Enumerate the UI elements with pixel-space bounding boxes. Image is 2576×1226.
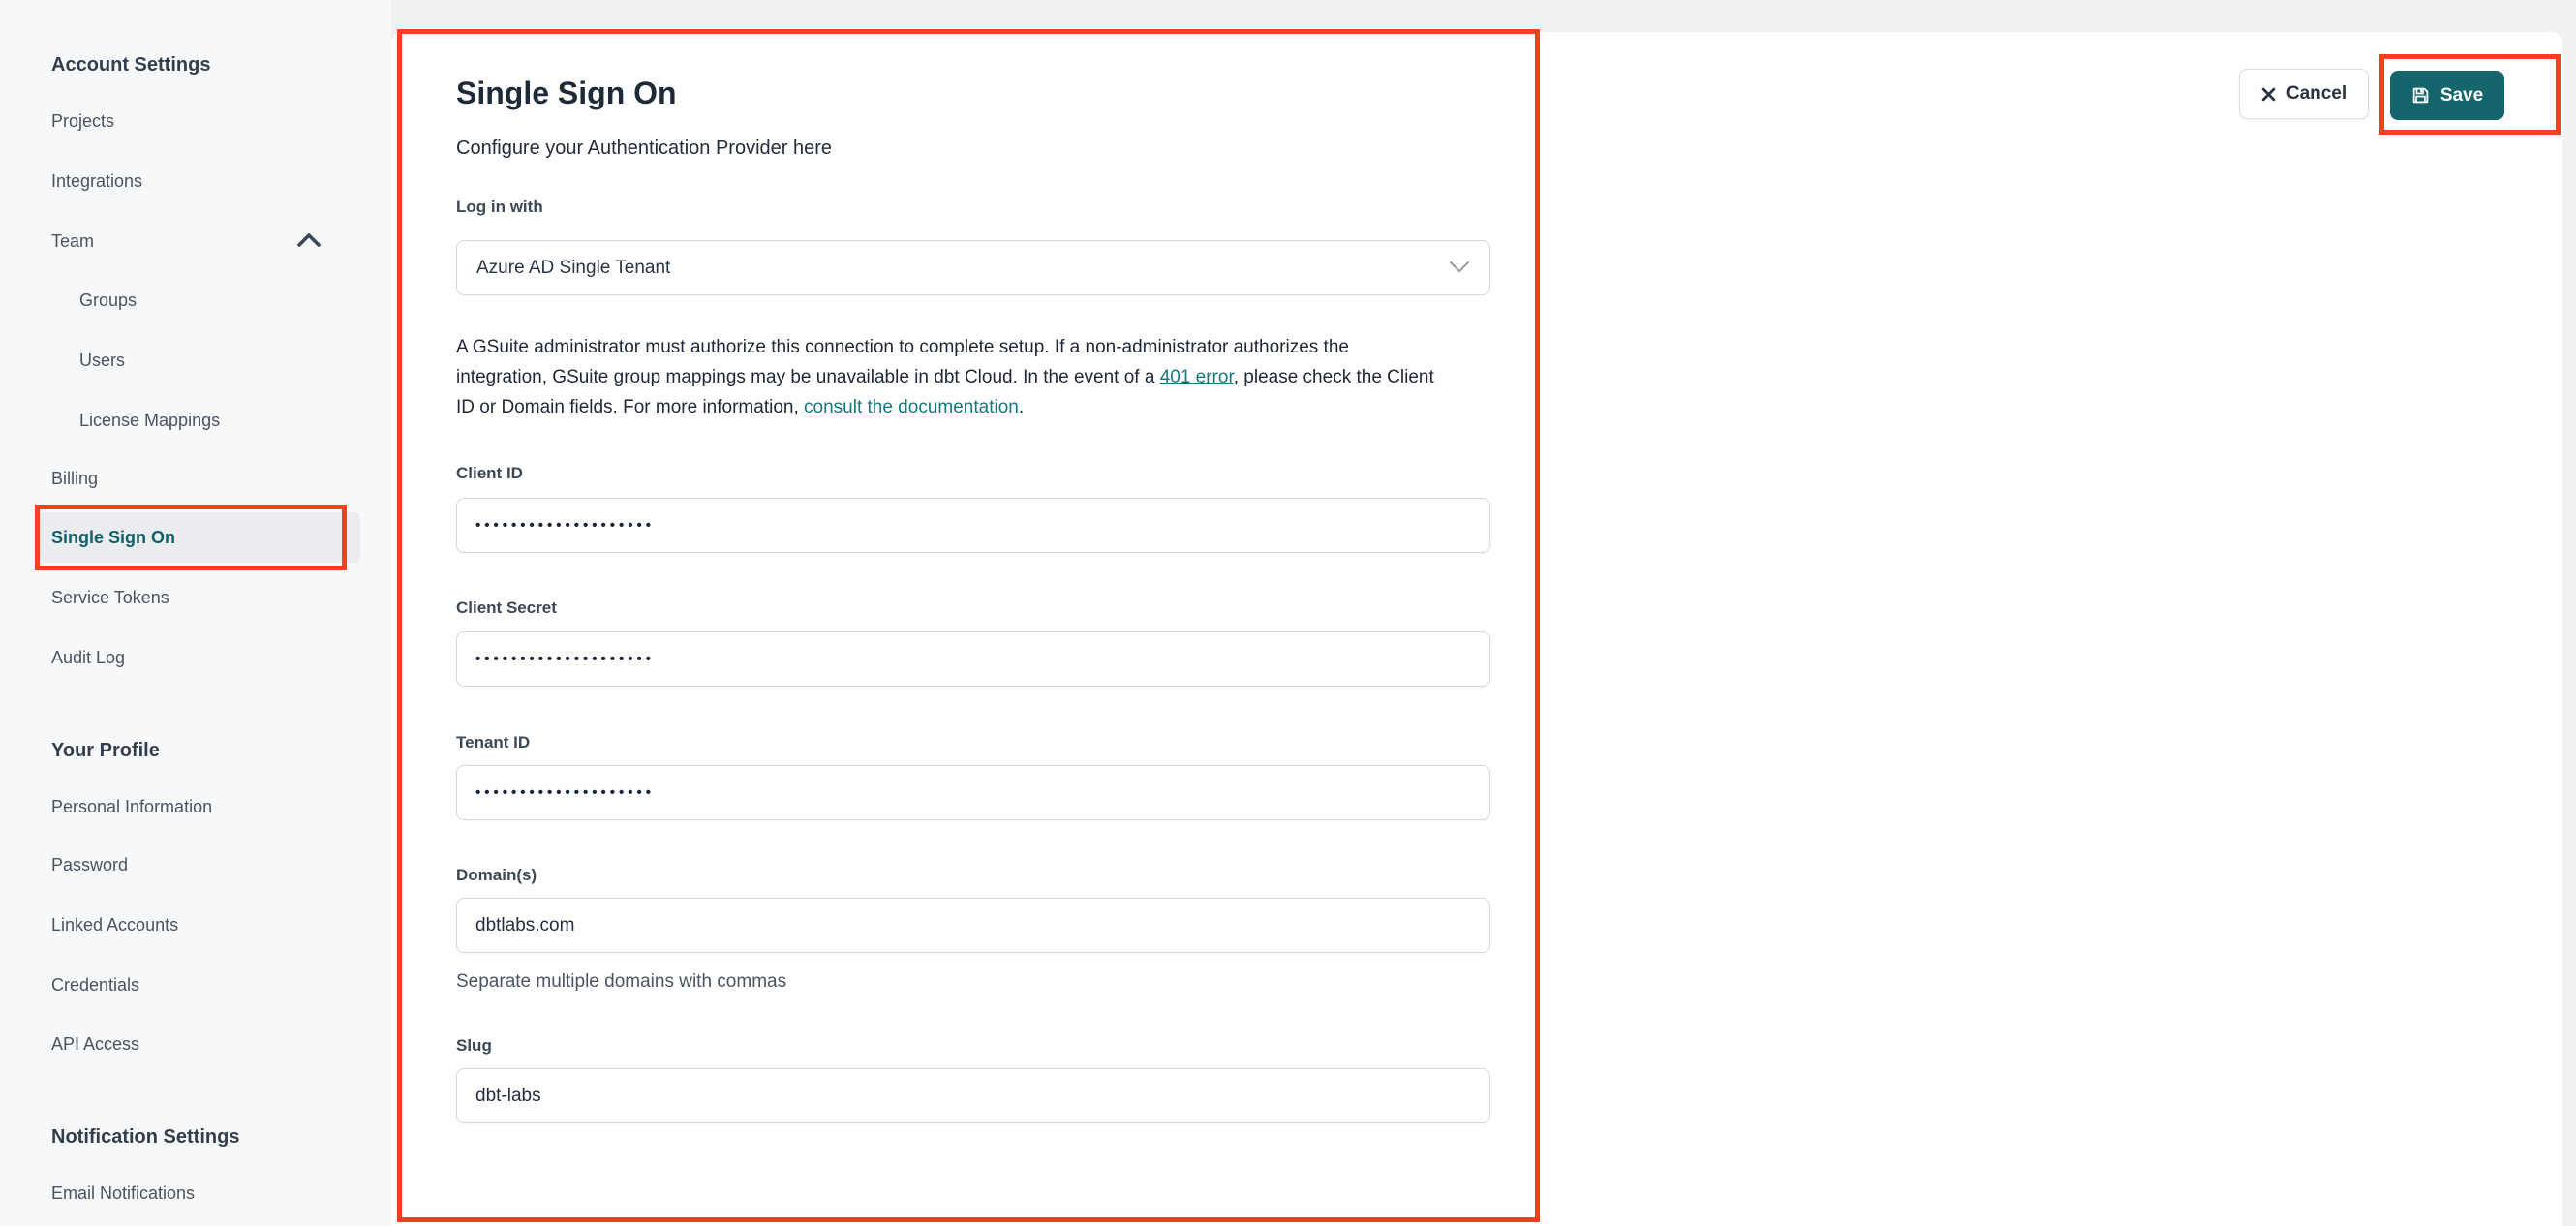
domain-s-helper-text: Separate multiple domains with commas xyxy=(456,971,787,992)
login-with-label: Log in with xyxy=(456,198,543,216)
sidebar-section-account-settings: Account Settings xyxy=(51,54,211,76)
save-disk-icon xyxy=(2411,86,2430,105)
sidebar-item-audit-log[interactable]: Audit Log xyxy=(51,643,125,672)
sidebar-item-email-notifications[interactable]: Email Notifications xyxy=(51,1179,195,1208)
cancel-button[interactable]: Cancel xyxy=(2239,69,2369,119)
notice-text: integration, GSuite group mappings may b… xyxy=(456,367,1160,387)
sidebar-section-notification-settings: Notification Settings xyxy=(51,1126,240,1148)
client-id-label: Client ID xyxy=(456,464,523,482)
sidebar-item-license-mappings[interactable]: License Mappings xyxy=(79,406,220,435)
page-subtitle: Configure your Authentication Provider h… xyxy=(456,138,833,159)
sidebar-item-integrations[interactable]: Integrations xyxy=(51,167,142,196)
sidebar-item-single-sign-on[interactable]: Single Sign On xyxy=(51,523,175,552)
sidebar-section-your-profile: Your Profile xyxy=(51,740,160,761)
notice-line: ID or Domain fields. For more informatio… xyxy=(456,392,1517,422)
close-icon xyxy=(2261,87,2276,102)
notice-line: integration, GSuite group mappings may b… xyxy=(456,362,1517,392)
gsuite-authorization-notice: A GSuite administrator must authorize th… xyxy=(456,332,1517,422)
chevron-down-icon xyxy=(1449,258,1470,279)
save-button-label: Save xyxy=(2439,84,2484,106)
sidebar-item-credentials[interactable]: Credentials xyxy=(51,970,139,999)
slug-label: Slug xyxy=(456,1036,492,1055)
main-panel xyxy=(391,32,2562,1226)
page-title: Single Sign On xyxy=(456,76,677,110)
sidebar-item-service-tokens[interactable]: Service Tokens xyxy=(51,583,169,612)
notice-text: A GSuite administrator must authorize th… xyxy=(456,337,1349,357)
sidebar-item-linked-accounts[interactable]: Linked Accounts xyxy=(51,910,178,939)
sidebar-item-password[interactable]: Password xyxy=(51,850,128,879)
chevron-up-icon[interactable] xyxy=(296,232,322,248)
sidebar-item-users[interactable]: Users xyxy=(79,346,125,375)
sidebar-item-personal-information[interactable]: Personal Information xyxy=(51,792,212,821)
save-button[interactable]: Save xyxy=(2390,71,2504,120)
notice-line: A GSuite administrator must authorize th… xyxy=(456,332,1517,362)
login-with-selected-value: Azure AD Single Tenant xyxy=(476,257,671,278)
client-id-input[interactable] xyxy=(456,498,1490,553)
401-error-link[interactable]: 401 error xyxy=(1160,367,1234,387)
notice-text: . xyxy=(1018,397,1025,417)
sidebar-item-billing[interactable]: Billing xyxy=(51,464,98,493)
account-settings-sidebar: Account Settings Projects Integrations Team… xyxy=(0,0,391,1226)
client-secret-input[interactable] xyxy=(456,631,1490,687)
consult-the-documentation-link[interactable]: consult the documentation xyxy=(804,397,1019,417)
notice-text: , please check the Client xyxy=(1233,367,1434,387)
sidebar-item-api-access[interactable]: API Access xyxy=(51,1029,139,1058)
notice-text: ID or Domain fields. For more informatio… xyxy=(456,397,805,417)
sidebar-item-projects[interactable]: Projects xyxy=(51,107,114,136)
login-with-select[interactable]: Azure AD Single Tenant xyxy=(456,240,1490,295)
tenant-id-label: Tenant ID xyxy=(456,733,531,751)
cancel-button-label: Cancel xyxy=(2285,83,2347,104)
tenant-id-input[interactable] xyxy=(456,765,1490,820)
sidebar-item-groups[interactable]: Groups xyxy=(79,286,137,315)
slug-input[interactable] xyxy=(456,1068,1490,1123)
domain-s-input[interactable] xyxy=(456,898,1490,953)
client-secret-label: Client Secret xyxy=(456,598,557,617)
domain-s-label: Domain(s) xyxy=(456,866,537,884)
sidebar-item-team[interactable]: Team xyxy=(51,227,94,256)
dbt-cloud-sso-settings-screen: Account Settings Projects Integrations Team… xyxy=(0,0,2576,1226)
